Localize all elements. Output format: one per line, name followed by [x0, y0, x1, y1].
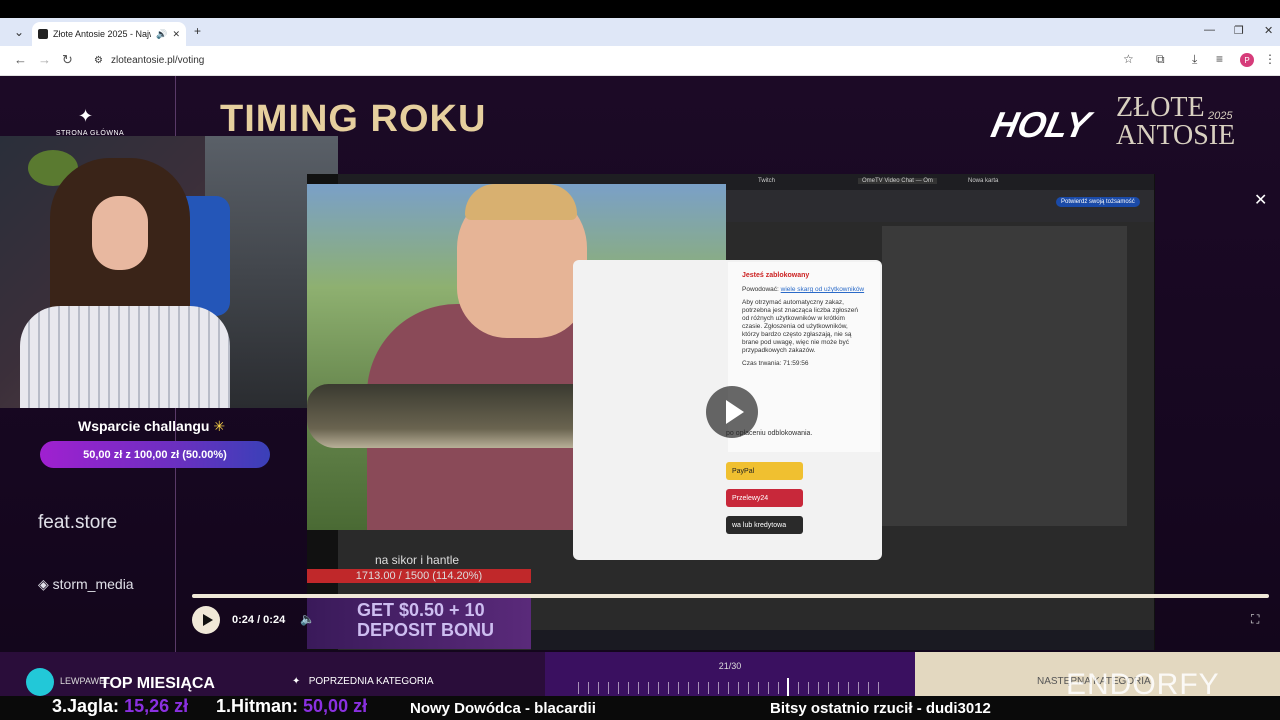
ban-duration: Czas trwania: 71:59:56	[742, 360, 809, 367]
home-icon[interactable]: ✦	[78, 106, 93, 127]
goal-bar: 1713.00 / 1500 (114.20%)	[307, 569, 531, 583]
ticker-item-3: Nowy Dowódca - blacardii	[410, 700, 596, 717]
logo-year: 2025	[1208, 110, 1233, 122]
current-category-tick	[787, 678, 789, 698]
extensions-icon[interactable]: ⧉	[1156, 52, 1165, 67]
volume-icon[interactable]: 🔈	[300, 612, 315, 626]
site-favicon-icon	[38, 29, 48, 39]
fullscreen-icon[interactable]: ⛶	[1251, 612, 1259, 627]
window-close-icon[interactable]: ✕	[1264, 24, 1273, 37]
site-info-icon[interactable]: ⚙	[94, 55, 103, 66]
support-progress-bar: 50,00 zł z 100,00 zł (50.00%)	[40, 441, 270, 468]
donation-ticker: 3.Jagla: 15,26 zł 1.Hitman: 50,00 zł Now…	[0, 696, 1280, 720]
logo-line2: ANTOSIE	[1116, 120, 1236, 151]
streamer-face	[92, 196, 148, 270]
holy-logo: HOLY	[987, 104, 1094, 145]
ticker-item-4: Bitsy ostatnio rzucił - dudi3012	[770, 700, 991, 717]
profile-avatar[interactable]: P	[1240, 53, 1254, 67]
support-title: Wsparcie challangu ✳	[78, 418, 226, 434]
pay-przelewy24: Przelewy24	[726, 489, 803, 507]
inner-taskbar	[531, 630, 1154, 650]
menu-icon[interactable]: ⋮	[1264, 52, 1276, 66]
url-text: zloteantosie.pl/voting	[110, 55, 205, 66]
video-progress-bar[interactable]	[192, 594, 1269, 598]
ticker-item-2: 1.Hitman: 50,00 zł	[216, 696, 368, 716]
reload-icon[interactable]: ↻	[62, 52, 73, 68]
bookmark-star-icon[interactable]: ☆	[1123, 52, 1134, 66]
pay-card: wa lub kredytowa	[726, 516, 803, 534]
casino-line2: DEPOSIT BONU	[357, 620, 495, 640]
ticker-item-1: 3.Jagla: 15,26 zł	[52, 696, 189, 716]
streamer-shirt	[20, 306, 230, 408]
tab-search-icon[interactable]: ⌄	[14, 25, 24, 39]
inner-tab-twitch: Twitch	[758, 178, 776, 184]
sparkle-icon: ✳	[213, 418, 226, 434]
sponsor-storm-media[interactable]: ◈ storm_media	[38, 576, 134, 593]
audio-icon[interactable]: 🔊	[156, 29, 167, 40]
download-icon[interactable]: ⤓	[1192, 52, 1197, 67]
casino-ad: GET $0.50 + 10 DEPOSIT BONU	[307, 597, 531, 649]
casino-line1: GET $0.50 + 10	[357, 600, 485, 620]
category-ticks	[578, 682, 888, 694]
media-icon[interactable]: ≡	[1216, 52, 1223, 66]
video-time: 0:24 / 0:24	[232, 614, 286, 626]
ban-body: Aby otrzymać automatyczny zakaz, potrzeb…	[742, 299, 858, 354]
inner-tab-new: Nowa karta	[968, 178, 999, 184]
video-center-play-icon[interactable]	[706, 386, 758, 438]
browser-tab[interactable]: Złote Antosie 2025 - Najwi 🔊 ✕	[32, 22, 186, 46]
ban-reason-label: Powodować:	[742, 286, 779, 293]
play-button[interactable]	[192, 606, 220, 634]
sponsor-feat-store[interactable]: feat.store	[38, 512, 117, 534]
storm-media-icon: ◈	[38, 576, 49, 592]
pay-paypal: PayPal	[726, 462, 803, 480]
user-avatar-icon	[26, 668, 54, 696]
top-black-bar	[0, 0, 1280, 18]
close-video-icon[interactable]: ✕	[1254, 190, 1267, 210]
category-title: TIMING ROKU	[220, 98, 487, 140]
man-hair	[465, 184, 577, 220]
ban-title: Jesteś zablokowany	[742, 272, 810, 279]
back-icon[interactable]: ←	[14, 52, 27, 67]
tab-title: Złote Antosie 2025 - Najwi	[53, 29, 152, 39]
url-field[interactable]: ⚙ zloteantosie.pl/voting	[86, 49, 1146, 72]
ban-reason-link: wiele skarg od użytkowników	[780, 286, 865, 293]
inner-toolbar: Potwierdź swoją tożsamość	[726, 190, 1154, 222]
arrow-left-icon: ✦	[292, 676, 301, 687]
minimize-icon[interactable]: —	[1204, 24, 1215, 36]
inner-tab-ometv: OmeTV Video Chat — Om	[858, 178, 937, 184]
forward-icon[interactable]: →	[38, 52, 51, 67]
goal-title: na sikor i hantle	[375, 553, 460, 567]
category-counter: 21/30	[718, 661, 742, 671]
streamer-webcam	[0, 136, 338, 408]
new-tab-button[interactable]: +	[194, 24, 201, 38]
top-month-label: TOP MIESIĄCA	[100, 675, 215, 692]
zlote-antosie-logo: ZŁOTE ANTOSIE	[1116, 94, 1235, 150]
verify-identity: Potwierdź swoją tożsamość	[1056, 197, 1140, 207]
tab-strip	[0, 18, 1280, 46]
inner-webcam-feed	[882, 226, 1127, 526]
previous-category-button[interactable]: ✦ POPRZEDNIA KATEGORIA	[292, 676, 434, 687]
restore-icon[interactable]: ❐	[1234, 24, 1244, 37]
tab-close-icon[interactable]: ✕	[172, 29, 180, 40]
